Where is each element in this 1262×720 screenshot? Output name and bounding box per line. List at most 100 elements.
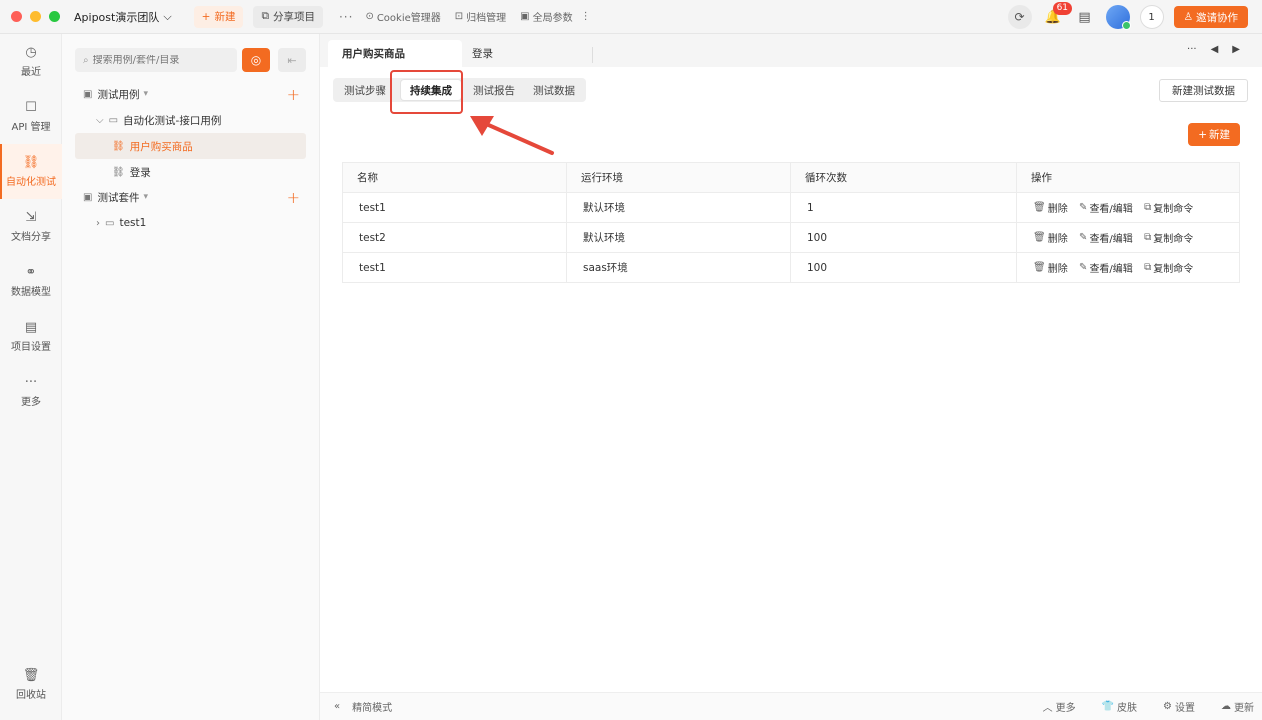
- rail-more[interactable]: ··· 更多: [0, 364, 62, 419]
- add-case-icon[interactable]: +: [287, 85, 300, 104]
- rail-project-settings[interactable]: ▤ 项目设置: [0, 309, 62, 364]
- tab-next-icon[interactable]: ▶: [1232, 44, 1240, 55]
- table-row: test2 默认环境 100 🗑 删除 ✎ 查看/编辑 ⧉ 复制命令: [342, 222, 1240, 253]
- new-test-data-button[interactable]: 新建测试数据: [1159, 79, 1248, 102]
- shirt-icon: 👕: [1101, 701, 1115, 712]
- rail-data-model[interactable]: ⚭ 数据模型: [0, 254, 62, 309]
- delete-button[interactable]: 🗑 删除: [1033, 200, 1068, 215]
- delete-button[interactable]: 🗑 删除: [1033, 260, 1068, 275]
- table-header-row: 名称 运行环境 循环次数 操作: [342, 162, 1240, 193]
- user-icon: ♙: [1183, 11, 1193, 23]
- share-project-button[interactable]: ⧉ 分享项目: [253, 5, 323, 28]
- delete-button[interactable]: 🗑 删除: [1033, 230, 1068, 245]
- docs-icon[interactable]: ▤: [1074, 6, 1096, 28]
- footer-more-label: 更多: [1055, 703, 1076, 714]
- rail-recent[interactable]: ◷ 最近: [0, 34, 62, 89]
- cookie-manager-link[interactable]: ⊙ Cookie管理器: [365, 9, 440, 24]
- double-chevron-left-icon[interactable]: «: [334, 701, 340, 712]
- rail-data-model-label: 数据模型: [11, 286, 51, 298]
- footer-settings[interactable]: ⚙ 设置: [1163, 699, 1195, 714]
- footer-skin[interactable]: 👕 皮肤: [1102, 699, 1137, 714]
- more-dots-icon: ···: [24, 374, 38, 390]
- footer-update-label: 更新: [1234, 703, 1254, 714]
- team-selector[interactable]: Apipost演示团队 ⌵: [74, 9, 172, 25]
- suite-label: test1: [119, 217, 147, 229]
- more-icon[interactable]: ···: [339, 10, 353, 24]
- compact-mode-label[interactable]: 精简模式: [352, 699, 392, 714]
- copy-label: 复制命令: [1153, 264, 1194, 275]
- folder-label: 自动化测试-接口用例: [123, 114, 222, 127]
- subtab-report[interactable]: 测试报告: [464, 80, 524, 100]
- gear-icon: ⚙: [1163, 701, 1172, 712]
- edit-button[interactable]: ✎ 查看/编辑: [1079, 230, 1133, 245]
- team-name: Apipost演示团队: [74, 10, 160, 24]
- caret-down-icon: ▾: [143, 192, 148, 202]
- notification-badge: 61: [1052, 2, 1073, 15]
- sync-icon[interactable]: ⟳: [1007, 5, 1032, 29]
- subtab-data[interactable]: 测试数据: [524, 80, 584, 100]
- chevron-up-icon: ︿: [1042, 703, 1053, 714]
- tree-suite-test1[interactable]: › ▭ test1: [62, 210, 320, 236]
- rail-api-manage[interactable]: ☐ API 管理: [0, 89, 62, 144]
- member-count[interactable]: 1: [1139, 5, 1164, 29]
- rail-auto-test[interactable]: ⛓ 自动化测试: [0, 144, 62, 199]
- avatar[interactable]: [1105, 5, 1131, 30]
- subtab-steps[interactable]: 测试步骤: [335, 80, 395, 100]
- search-input[interactable]: [92, 54, 223, 66]
- cell-loops: 100: [790, 252, 1017, 283]
- target-icon: ◎: [250, 53, 262, 67]
- tree-folder[interactable]: ⌵ ▭ 自动化测试-接口用例: [62, 107, 320, 133]
- rail-doc-share[interactable]: ⇲ 文档分享: [0, 199, 62, 254]
- rail-more-label: 更多: [21, 396, 41, 408]
- titlebar-right: ⟳ 🔔 61 ▤ 1 ♙ 邀请协作: [1007, 2, 1248, 30]
- subtab-ci[interactable]: 持续集成: [401, 80, 461, 100]
- col-loops: 循环次数: [790, 162, 1017, 193]
- collapse-all-button[interactable]: ⇤: [278, 48, 306, 72]
- pencil-icon: ✎: [1079, 202, 1088, 213]
- locate-button[interactable]: ◎: [242, 48, 270, 72]
- tab-purchase[interactable]: 用户购买商品: [328, 40, 462, 67]
- chevron-down-icon: ⌵: [96, 114, 104, 126]
- tree-item-login[interactable]: ⛓ 登录: [62, 159, 320, 185]
- add-suite-icon[interactable]: +: [287, 188, 300, 207]
- footer-more[interactable]: ︿ 更多: [1043, 699, 1076, 714]
- minimize-window-button[interactable]: [30, 11, 41, 22]
- share-doc-icon: ⇲: [25, 209, 37, 225]
- rail-recent-label: 最近: [21, 66, 41, 78]
- footer-update[interactable]: ☁ 更新: [1221, 699, 1254, 714]
- cell-name: test1: [342, 252, 567, 283]
- menu-icon[interactable]: ⋮: [581, 11, 591, 22]
- tree-search[interactable]: ⌕: [75, 48, 237, 72]
- tab-more-icon[interactable]: ···: [1187, 44, 1197, 55]
- edit-button[interactable]: ✎ 查看/编辑: [1079, 260, 1133, 275]
- copy-command-button[interactable]: ⧉ 复制命令: [1144, 200, 1193, 215]
- tab-login[interactable]: 登录: [458, 40, 507, 67]
- archive-link[interactable]: ⊡ 归档管理: [455, 9, 506, 24]
- sub-tabs: 测试步骤 持续集成 测试报告 测试数据: [333, 78, 586, 102]
- cell-env: 默认环境: [566, 222, 791, 253]
- close-window-button[interactable]: [11, 11, 22, 22]
- col-env: 运行环境: [566, 162, 791, 193]
- rail-recycle-bin[interactable]: 🗑 回收站: [0, 657, 62, 712]
- tree-group-cases[interactable]: ▣ 测试用例 ▾ +: [62, 81, 320, 107]
- api-icon: ☐: [25, 99, 37, 115]
- notification-bell[interactable]: 🔔 61: [1042, 2, 1073, 28]
- tree-item-purchase[interactable]: ⛓ 用户购买商品: [75, 133, 306, 159]
- tab-prev-icon[interactable]: ◀: [1211, 44, 1219, 55]
- new-button[interactable]: + 新建: [193, 5, 244, 28]
- rail-doc-share-label: 文档分享: [11, 231, 51, 243]
- pencil-icon: ✎: [1079, 262, 1088, 273]
- tree-group-suites[interactable]: ▣ 测试套件 ▾ +: [62, 184, 320, 210]
- add-ci-button[interactable]: + 新建: [1188, 123, 1240, 146]
- cell-loops: 100: [790, 222, 1017, 253]
- maximize-window-button[interactable]: [49, 11, 60, 22]
- footer-skin-label: 皮肤: [1117, 703, 1138, 714]
- folder-icon: ▭: [105, 217, 115, 229]
- edit-button[interactable]: ✎ 查看/编辑: [1079, 200, 1133, 215]
- copy-command-button[interactable]: ⧉ 复制命令: [1144, 260, 1193, 275]
- invite-button[interactable]: ♙ 邀请协作: [1173, 6, 1248, 28]
- archive-label: 归档管理: [466, 13, 507, 24]
- copy-command-button[interactable]: ⧉ 复制命令: [1144, 230, 1193, 245]
- new-button-label: 新建: [214, 11, 236, 23]
- global-params-link[interactable]: ▣ 全局参数: [520, 9, 572, 24]
